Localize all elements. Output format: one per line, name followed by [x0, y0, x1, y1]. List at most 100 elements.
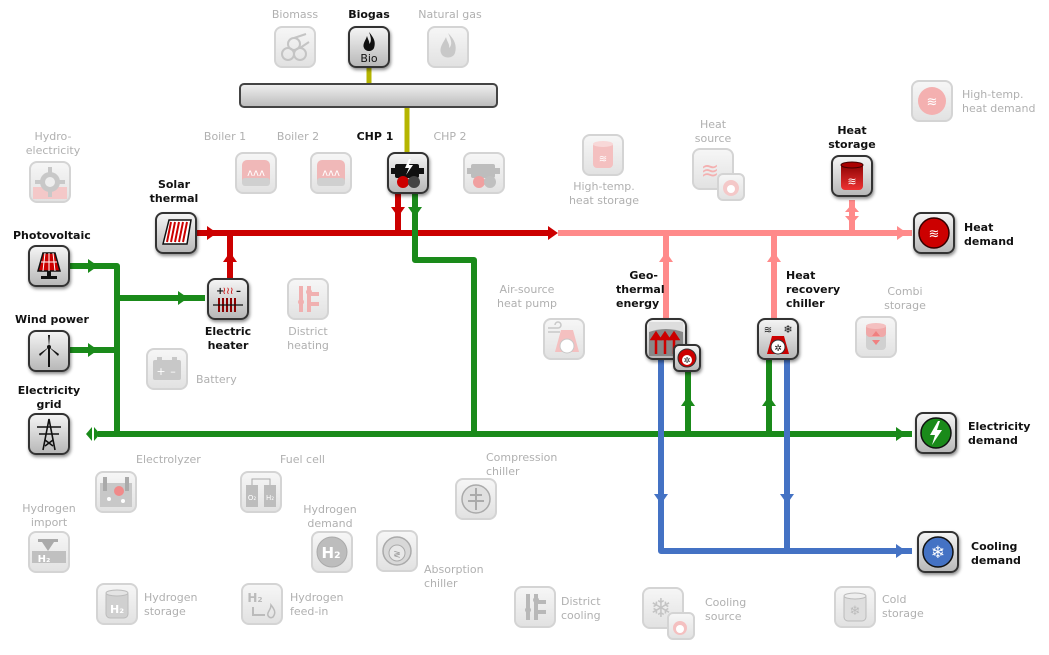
ht-heat-storage-label: High-temp. heat storage: [562, 180, 646, 208]
arrow-right: [207, 226, 217, 240]
heat-pump-small-icon: [673, 621, 687, 635]
wind-node[interactable]: [28, 330, 70, 372]
h2-demand-label: Hydrogen demand: [300, 503, 360, 531]
battery-node[interactable]: + –: [146, 348, 188, 390]
h2-import-label: Hydrogen import: [18, 502, 80, 530]
arrow-right: [896, 544, 906, 558]
photovoltaic-node[interactable]: [28, 245, 70, 287]
power-pylon-icon: [37, 418, 61, 451]
label-line: storage: [882, 607, 924, 620]
label-line: Photovoltaic: [13, 229, 91, 242]
ht-heat-demand-node[interactable]: ≋: [911, 80, 953, 122]
chp2-node[interactable]: [463, 152, 505, 194]
district-cooling-node[interactable]: [514, 586, 556, 628]
label-line: Electricity: [17, 384, 81, 397]
elec-demand-node[interactable]: [915, 412, 957, 454]
h2-import-node[interactable]: H₂: [28, 531, 70, 573]
hydro-node[interactable]: [29, 161, 71, 203]
label-line: Electricity: [968, 420, 1031, 433]
arrow-down: [391, 207, 405, 217]
label-line: thermal: [149, 192, 199, 205]
label-line: Air-source: [499, 283, 555, 296]
h2-demand-node[interactable]: H₂: [311, 531, 353, 573]
svg-text:❄: ❄: [783, 323, 792, 336]
chp1-node[interactable]: [387, 152, 429, 194]
cold-storage-node[interactable]: ❄: [834, 586, 876, 628]
biomass-node[interactable]: [274, 26, 316, 68]
electrolyzer-label: Electrolyzer: [136, 453, 201, 467]
arrow-down: [845, 216, 859, 224]
label-line: Hydrogen: [290, 591, 344, 604]
heat-demand-node[interactable]: ≋: [913, 212, 955, 254]
electrolyzer-icon: [100, 477, 132, 507]
biogas-node[interactable]: Bio: [348, 26, 390, 68]
label-line: Cold: [882, 593, 907, 606]
electrolyzer-node[interactable]: [95, 471, 137, 513]
svg-text:❄: ❄: [931, 543, 945, 563]
hr-chiller-node[interactable]: ≋ ❄ ✲: [757, 318, 799, 360]
cooling-demand-node[interactable]: ❄: [917, 531, 959, 573]
chp1-label: CHP 1: [350, 130, 400, 144]
grid-node[interactable]: [28, 413, 70, 455]
svg-text:H₂: H₂: [38, 554, 51, 565]
ht-heat-storage-node[interactable]: ≋: [582, 134, 624, 176]
h2-feedin-label: Hydrogen feed-in: [290, 591, 344, 619]
label-line: Biogas: [348, 8, 390, 21]
h2-storage-node[interactable]: H₂: [96, 583, 138, 625]
label-line: Heat: [699, 118, 727, 131]
solar-collector-icon: [162, 219, 192, 245]
svg-text:✲: ✲: [684, 356, 691, 365]
label-line: Absorption: [424, 563, 484, 576]
cold-storage-label: Cold storage: [882, 593, 924, 621]
boiler-icon: ʌʌʌ: [242, 160, 270, 186]
label-line: source: [705, 610, 742, 623]
arrow-bidirectional-left: [86, 427, 92, 441]
absorption-chiller-node[interactable]: ≷: [376, 530, 418, 572]
compression-chiller-node[interactable]: [455, 478, 497, 520]
solar-thermal-label: Solar thermal: [148, 178, 200, 206]
fuel-cell-label: Fuel cell: [280, 453, 325, 467]
arrow-up: [223, 252, 237, 262]
label-line: cooling: [561, 609, 601, 622]
label-line: chiller: [424, 577, 458, 590]
arrow-right: [896, 427, 906, 441]
natural-gas-node[interactable]: [427, 26, 469, 68]
solar-thermal-node[interactable]: [155, 212, 197, 254]
pv-panel-icon: [37, 252, 61, 279]
label-line: Hydrogen: [22, 502, 76, 515]
svg-text:O₂: O₂: [248, 494, 257, 502]
combi-storage-node[interactable]: [855, 316, 897, 358]
hr-chiller-label: Heat recovery chiller: [786, 269, 840, 311]
h2-feedin-node[interactable]: H₂: [241, 583, 283, 625]
label-line: import: [30, 516, 68, 529]
svg-text:ʌʌʌ: ʌʌʌ: [322, 168, 340, 179]
natural-gas-label: Natural gas: [410, 8, 490, 22]
battery-icon: + –: [153, 357, 181, 380]
label-line: District: [561, 595, 601, 608]
electric-heater-node[interactable]: + – ≀≀≀: [207, 278, 249, 320]
hydrogen-feedin-icon: H₂: [247, 591, 276, 619]
absorption-chiller-icon: ≷: [382, 536, 412, 566]
wind-label: Wind power: [15, 313, 89, 327]
fuel-cell-node[interactable]: O₂ H₂: [240, 471, 282, 513]
grid-label: Electricity grid: [15, 384, 83, 412]
label-line: chiller: [486, 465, 520, 478]
label-line: Biomass: [271, 8, 319, 21]
ht-heat-demand-label: High-temp. heat demand: [962, 88, 1035, 116]
label-line: Cooling: [705, 596, 747, 609]
heat-light-lines: [558, 200, 912, 318]
boiler1-node[interactable]: ʌʌʌ: [235, 152, 277, 194]
label-line: Hydro-: [34, 130, 72, 143]
boiler-icon: ʌʌʌ: [317, 160, 345, 186]
boiler1-label: Boiler 1: [195, 130, 255, 144]
heat-storage-node[interactable]: ≋: [831, 155, 873, 197]
district-cooling-label: District cooling: [561, 595, 601, 623]
boiler2-node[interactable]: ʌʌʌ: [310, 152, 352, 194]
photovoltaic-label: Photovoltaic: [13, 229, 91, 243]
label-line: Combi: [887, 285, 923, 298]
label-line: Compression: [486, 451, 558, 464]
air-hp-node[interactable]: [543, 318, 585, 360]
svg-text:–: –: [236, 286, 241, 297]
district-heating-node[interactable]: [287, 278, 329, 320]
label-line: demand: [307, 517, 353, 530]
